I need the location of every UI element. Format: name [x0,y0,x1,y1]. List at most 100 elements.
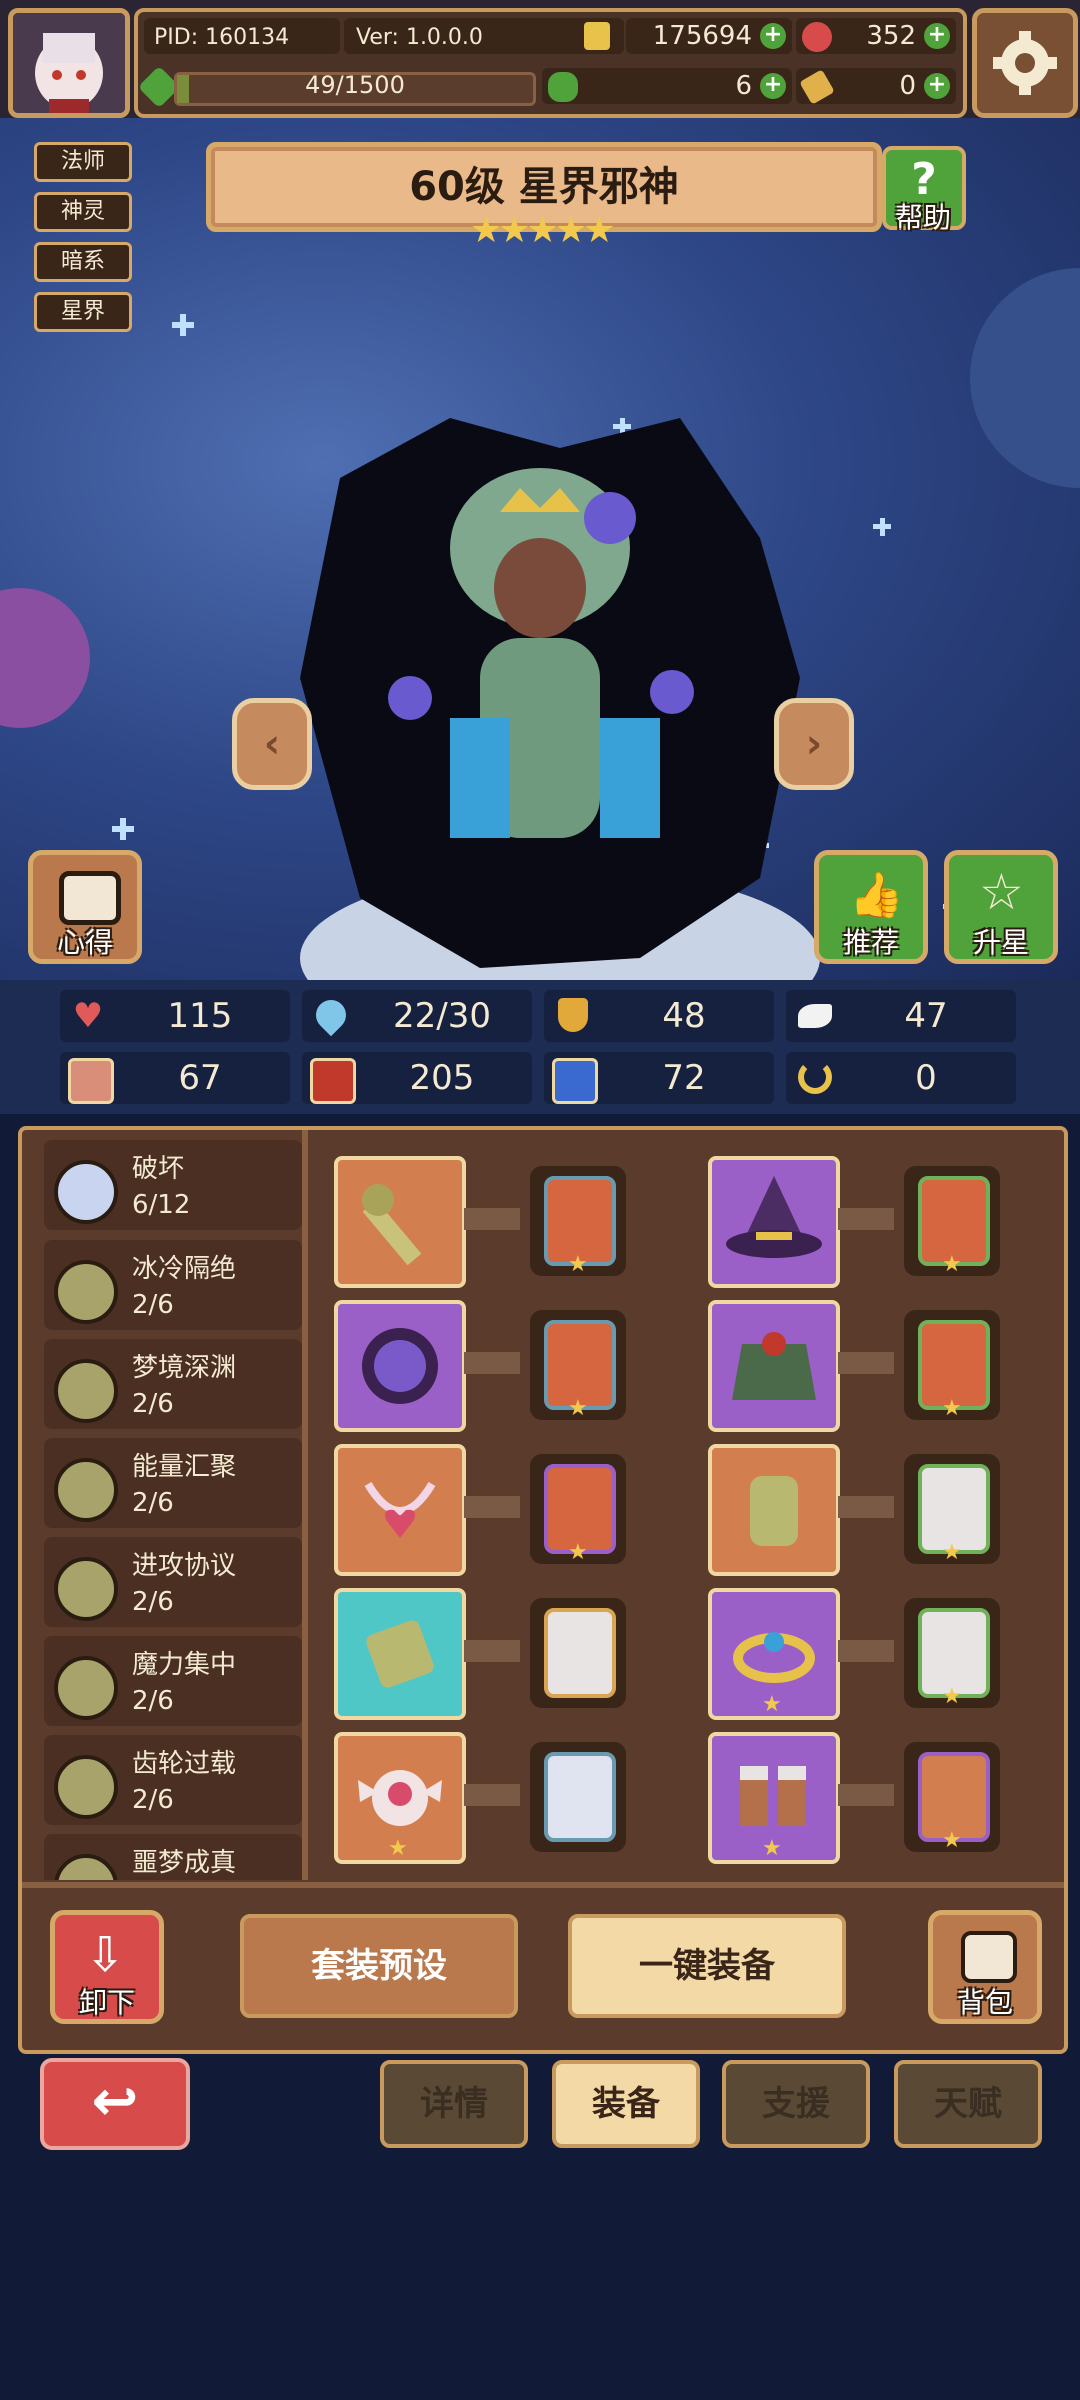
stat-boot-value: 72 [662,1058,706,1098]
item-star-icon: ★ [388,1836,408,1861]
rune-card[interactable] [530,1598,626,1708]
top-bar: PID: 160134 Ver: 1.0.0.0 175694 + 352 + … [0,0,1080,118]
recommend-button[interactable]: 👍 推荐 [814,850,928,964]
equip-slot-ring[interactable]: ★ [708,1588,840,1720]
ruby-icon [802,22,832,52]
stat-defense: 48 [544,990,774,1042]
rune-card[interactable]: ★ [904,1598,1000,1709]
bracer-icon [366,1620,434,1688]
notes-button[interactable]: 心得 [28,850,142,964]
equip-slot-orb[interactable] [334,1300,466,1432]
rune-star-icon: ★ [942,1396,962,1421]
hero-title: 60级 星界邪神 [409,164,679,210]
equip-slot-gloves[interactable] [708,1444,840,1576]
auto-equip-button[interactable]: 一键装备 [568,1914,846,2018]
mace-icon [362,1184,422,1266]
stat-luck-value: 0 [915,1058,937,1098]
stat-speed-value: 47 [904,996,948,1036]
add-clover-icon[interactable]: + [760,73,786,99]
rune-card[interactable]: ★ [530,1166,626,1277]
back-button[interactable]: ↩ [40,2058,190,2150]
set-bonus-item[interactable]: 进攻协议 2/6 [44,1537,302,1627]
version-text: Ver: 1.0.0.0 [356,25,483,50]
rune-star-icon: ★ [942,1684,962,1709]
backpack-button[interactable]: 背包 [928,1910,1042,2024]
notes-label: 心得 [56,926,113,959]
slot-link [464,1496,520,1518]
set-bonus-item[interactable]: 噩梦成真 [44,1834,302,1880]
set-bonus-name: 魔力集中 [132,1650,237,1680]
gold-cell[interactable]: 175694 + [626,18,792,54]
set-bonus-progress: 2/6 [132,1488,174,1518]
unequip-label: 卸下 [78,1986,135,2019]
set-bonus-item[interactable]: 破坏 6/12 [44,1140,302,1230]
set-bonus-progress: 2/6 [132,1587,174,1617]
rune-card[interactable]: ★ [904,1742,1000,1853]
star-up-icon: ☆ [979,863,1024,921]
nightmare-badge-icon [54,1854,118,1880]
tab-equipment[interactable]: 装备 [552,2060,700,2148]
hero-stats: ♥ 115 22/30 48 47 67 205 72 0 [0,980,1080,1114]
pid-text: PID: 160134 [154,25,290,50]
rune-card[interactable]: ★ [904,1166,1000,1277]
equip-slot-bracer[interactable] [334,1588,466,1720]
add-gold-icon[interactable]: + [760,23,786,49]
star-up-button[interactable]: ☆ 升星 [944,850,1058,964]
tab-support[interactable]: 支援 [722,2060,870,2148]
gem-cell[interactable]: 352 + [796,18,956,54]
unequip-button[interactable]: ⇩ 卸下 [50,1910,164,2024]
heart-amulet-icon [364,1481,436,1538]
gem-amount: 352 [866,21,916,51]
player-avatar[interactable] [8,8,130,118]
add-key-icon[interactable]: + [924,73,950,99]
rune-card[interactable] [530,1742,626,1852]
equip-slot-charm[interactable]: ★ [334,1732,466,1864]
prev-hero-button[interactable]: ‹ [232,698,312,790]
equip-slot-boots[interactable]: ★ [708,1732,840,1864]
help-label: 帮助 [894,201,951,234]
return-arrow-icon: ↩ [91,2069,139,2134]
horseshoe-icon [798,1060,832,1094]
gauntlet-icon [750,1476,798,1546]
key-cell[interactable]: 0 + [796,68,956,105]
set-bonus-name: 冰冷隔绝 [132,1254,237,1284]
set-bonus-item[interactable]: 能量汇聚 2/6 [44,1438,302,1528]
clover-cell[interactable]: 6 + [542,68,792,104]
set-bonus-progress: 2/6 [132,1290,174,1320]
equipment-panel: 破坏 6/12 冰冷隔绝 2/6 梦境深渊 2/6 能量汇聚 2/6 进攻协议 … [18,1126,1068,2054]
set-bonus-item[interactable]: 冰冷隔绝 2/6 [44,1240,302,1330]
set-bonus-item[interactable]: 梦境深渊 2/6 [44,1339,302,1429]
equip-slot-armor[interactable] [708,1300,840,1432]
rune-card[interactable]: ★ [904,1454,1000,1565]
set-bonus-item[interactable]: 魔力集中 2/6 [44,1636,302,1726]
set-bonus-progress: 2/6 [132,1785,174,1815]
rune-card[interactable]: ★ [530,1310,626,1421]
settings-button[interactable] [972,8,1078,118]
set-preset-button[interactable]: 套装预设 [240,1914,518,2018]
item-star-icon: ★ [762,1836,782,1861]
add-gem-icon[interactable]: + [924,23,950,49]
equip-slot-weapon[interactable] [334,1156,466,1288]
recommend-label: 推荐 [842,926,899,959]
next-hero-button[interactable]: › [774,698,854,790]
crystal-badge-icon [54,1160,118,1224]
help-button[interactable]: ? 帮助 [882,146,966,234]
rune-card-face [544,1608,616,1698]
set-bonus-progress: 2/6 [132,1686,174,1716]
equip-slot-hat[interactable] [708,1156,840,1288]
stat-luck: 0 [786,1052,1016,1104]
energy-bar: 49/1500 [174,71,536,106]
stat-attack: 67 [60,1052,290,1104]
tab-talent[interactable]: 天赋 [894,2060,1042,2148]
tab-details[interactable]: 详情 [380,2060,528,2148]
set-bonus-list[interactable]: 破坏 6/12 冰冷隔绝 2/6 梦境深渊 2/6 能量汇聚 2/6 进攻协议 … [44,1140,306,1880]
sword-badge-icon [54,1557,118,1621]
equip-slot-necklace[interactable] [334,1444,466,1576]
boot-icon [552,1058,598,1104]
rune-card[interactable]: ★ [904,1310,1000,1421]
gold-coin-icon [584,22,610,50]
set-bonus-item[interactable]: 齿轮过载 2/6 [44,1735,302,1825]
stat-hp: ♥ 115 [60,990,290,1042]
rune-card[interactable]: ★ [530,1454,626,1565]
avatar-portrait-icon [13,13,125,113]
